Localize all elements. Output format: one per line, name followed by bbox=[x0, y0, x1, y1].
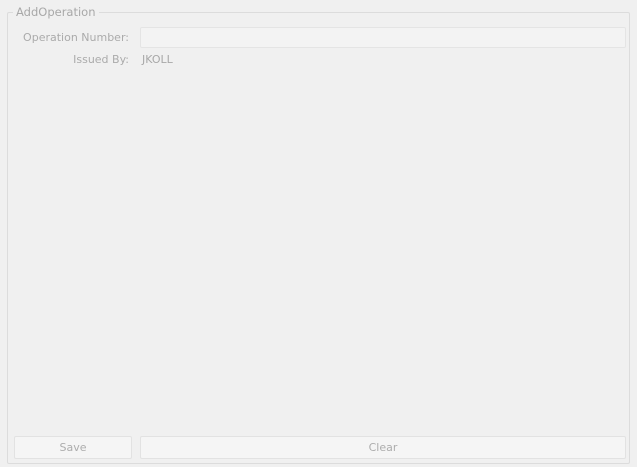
issued-by-value: JKOLL bbox=[142, 53, 173, 66]
issued-by-label: Issued By: bbox=[73, 53, 129, 66]
operation-number-input[interactable] bbox=[140, 27, 626, 48]
add-operation-window: AddOperation Operation Number: Issued By… bbox=[0, 0, 637, 467]
operation-number-label: Operation Number: bbox=[23, 31, 129, 44]
group-title: AddOperation bbox=[13, 5, 99, 19]
add-operation-group bbox=[7, 12, 630, 464]
save-button[interactable]: Save bbox=[14, 436, 132, 459]
clear-button[interactable]: Clear bbox=[140, 436, 626, 459]
